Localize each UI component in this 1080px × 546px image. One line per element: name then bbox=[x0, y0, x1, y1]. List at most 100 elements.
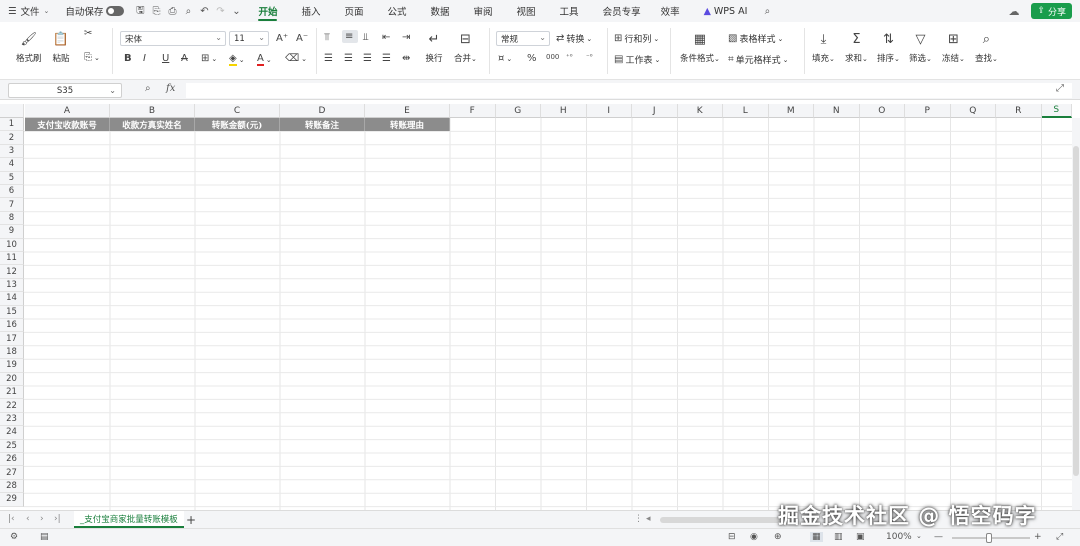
convert-button[interactable]: ⇄ 转换 ⌄ bbox=[556, 32, 592, 45]
name-box[interactable]: S35 ⌄ bbox=[8, 83, 122, 98]
formula-input[interactable] bbox=[186, 83, 1072, 98]
spreadsheet-grid[interactable]: ABCDEFGHIJKLMNOPQRS 1 2 3 4 5 6 7 8 9 10 11 12 13 14 1… bbox=[0, 100, 1080, 510]
cut-button[interactable]: ✂ bbox=[84, 28, 94, 39]
print-icon[interactable]: ⎙ bbox=[164, 0, 180, 22]
layout-icon[interactable]: ⊟ bbox=[728, 532, 736, 542]
tab-formula[interactable]: 公式 bbox=[379, 0, 414, 22]
cell-style-button[interactable]: ⌗ 单元格样式 ⌄ bbox=[728, 53, 789, 66]
currency-button[interactable]: ¤ ⌄ bbox=[498, 53, 512, 64]
increase-decimal-button[interactable]: ⁺⁰ bbox=[566, 53, 575, 61]
row-header[interactable]: 17 bbox=[0, 332, 24, 346]
zoom-level[interactable]: 100% bbox=[886, 532, 912, 542]
distribute-button[interactable]: ⇹ bbox=[402, 53, 412, 64]
save-icon[interactable]: 🖫 bbox=[132, 0, 148, 22]
page-layout-icon[interactable]: ▥ bbox=[834, 532, 843, 542]
eye-protection-icon[interactable]: ◉ bbox=[750, 532, 758, 542]
row-header[interactable]: 12 bbox=[0, 265, 24, 279]
header-cell[interactable]: 收款方真实姓名 bbox=[110, 118, 195, 131]
search-icon[interactable]: ⌕ bbox=[759, 0, 775, 22]
column-header[interactable]: F bbox=[450, 104, 496, 118]
row-header[interactable]: 1 bbox=[0, 118, 24, 132]
row-header[interactable]: 3 bbox=[0, 144, 24, 159]
italic-button[interactable]: I bbox=[143, 53, 148, 64]
indent-decrease-button[interactable]: ⇤ bbox=[382, 32, 392, 43]
format-painter-button[interactable]: 🖌 格式刷 bbox=[16, 30, 42, 65]
font-name-select[interactable]: 宋体 ⌄ bbox=[120, 31, 226, 46]
scroll-divider-icon[interactable]: ⋮ bbox=[634, 514, 643, 524]
decrease-decimal-button[interactable]: ⁻⁰ bbox=[586, 53, 595, 61]
row-header[interactable]: 25 bbox=[0, 439, 24, 453]
tab-view[interactable]: 视图 bbox=[509, 0, 544, 22]
row-header[interactable]: 22 bbox=[0, 399, 24, 413]
header-cell[interactable]: 转账理由 bbox=[365, 118, 450, 131]
row-header[interactable]: 5 bbox=[0, 171, 24, 185]
font-size-select[interactable]: 11 ⌄ bbox=[229, 31, 269, 46]
expand-formula-icon[interactable]: ⤢ bbox=[1056, 83, 1064, 94]
row-header[interactable]: 23 bbox=[0, 412, 24, 427]
zoom-in-icon[interactable]: + bbox=[1034, 532, 1042, 542]
column-header[interactable]: E bbox=[365, 104, 450, 118]
row-header[interactable]: 7 bbox=[0, 198, 24, 212]
zoom-slider[interactable] bbox=[952, 533, 1030, 543]
row-header[interactable]: 27 bbox=[0, 466, 24, 480]
sort-button[interactable]: ⇅ 排序⌄ bbox=[877, 30, 900, 65]
row-header[interactable]: 10 bbox=[0, 238, 24, 252]
thousands-button[interactable]: 000 bbox=[546, 53, 561, 61]
share-button[interactable]: ⇪ 分享 bbox=[1031, 3, 1072, 19]
header-cell[interactable]: 转账备注 bbox=[280, 118, 365, 131]
column-header[interactable]: D bbox=[280, 104, 365, 118]
column-header[interactable]: C bbox=[195, 104, 280, 118]
freeze-button[interactable]: ⊞ 冻结⌄ bbox=[942, 30, 965, 65]
tab-member[interactable]: 会员专享 bbox=[595, 0, 649, 22]
next-sheet-icon[interactable]: › bbox=[40, 514, 44, 524]
row-header[interactable]: 14 bbox=[0, 292, 24, 306]
fill-button[interactable]: ⤓ 填充⌄ bbox=[812, 30, 835, 65]
function-icon[interactable]: fx bbox=[166, 83, 175, 94]
column-header[interactable]: J bbox=[632, 104, 678, 118]
last-sheet-icon[interactable]: ›| bbox=[54, 514, 61, 524]
crosshair-icon[interactable]: ⊕ bbox=[774, 532, 782, 542]
clear-format-button[interactable]: ⌫ ⌄ bbox=[285, 53, 307, 64]
wrap-text-button[interactable]: ↵ 换行 bbox=[425, 30, 443, 65]
header-cell[interactable]: 转账金额(元) bbox=[195, 118, 280, 131]
autosave-toggle[interactable]: 自动保存 bbox=[57, 0, 132, 22]
normal-view-icon[interactable]: ▦ bbox=[810, 532, 823, 542]
column-header[interactable]: R bbox=[996, 104, 1042, 118]
column-header[interactable]: K bbox=[677, 104, 723, 118]
add-sheet-icon[interactable]: + bbox=[186, 513, 196, 527]
horizontal-scrollbar[interactable] bbox=[660, 517, 780, 523]
notes-icon[interactable]: ▤ bbox=[40, 532, 49, 542]
conditional-format-button[interactable]: ▦ 条件格式⌄ bbox=[680, 30, 720, 65]
align-center-button[interactable]: ☰ bbox=[344, 53, 355, 64]
column-header[interactable]: Q bbox=[950, 104, 996, 118]
underline-button[interactable]: U bbox=[162, 53, 171, 64]
row-header[interactable]: 2 bbox=[0, 131, 24, 145]
row-header[interactable]: 13 bbox=[0, 278, 24, 293]
tab-efficiency[interactable]: 效率 bbox=[653, 0, 688, 22]
borders-button[interactable]: ⊞ ⌄ bbox=[201, 53, 217, 64]
indent-increase-button[interactable]: ⇥ bbox=[402, 32, 412, 43]
column-header[interactable]: O bbox=[859, 104, 905, 118]
zoom-slider-knob[interactable] bbox=[986, 533, 992, 543]
row-header[interactable]: 16 bbox=[0, 319, 24, 333]
rows-cols-button[interactable]: ⊞ 行和列 ⌄ bbox=[614, 32, 659, 45]
column-header[interactable]: M bbox=[768, 104, 814, 118]
select-all-corner[interactable] bbox=[0, 104, 24, 118]
row-header[interactable]: 21 bbox=[0, 386, 24, 400]
zoom-out-icon[interactable]: — bbox=[934, 532, 943, 542]
tab-review[interactable]: 审阅 bbox=[466, 0, 501, 22]
bold-button[interactable]: B bbox=[124, 53, 134, 64]
filter-button[interactable]: ▽ 筛选⌄ bbox=[909, 30, 932, 65]
tab-data[interactable]: 数据 bbox=[423, 0, 458, 22]
vertical-scrollbar[interactable] bbox=[1072, 118, 1080, 510]
number-format-select[interactable]: 常规 ⌄ bbox=[496, 31, 550, 46]
column-header[interactable]: P bbox=[905, 104, 951, 118]
file-menu[interactable]: ☰ 文件 ⌄ bbox=[0, 0, 57, 22]
column-header[interactable]: S bbox=[1041, 104, 1072, 118]
row-header[interactable]: 15 bbox=[0, 305, 24, 319]
tab-wps-ai[interactable]: ▲ WPS AI bbox=[696, 0, 756, 22]
column-header[interactable]: I bbox=[586, 104, 632, 118]
fill-color-button[interactable]: ◈ ⌄ bbox=[229, 53, 245, 66]
align-left-button[interactable]: ☰ bbox=[324, 53, 335, 64]
find-button[interactable]: ⌕ 查找⌄ bbox=[975, 30, 998, 65]
